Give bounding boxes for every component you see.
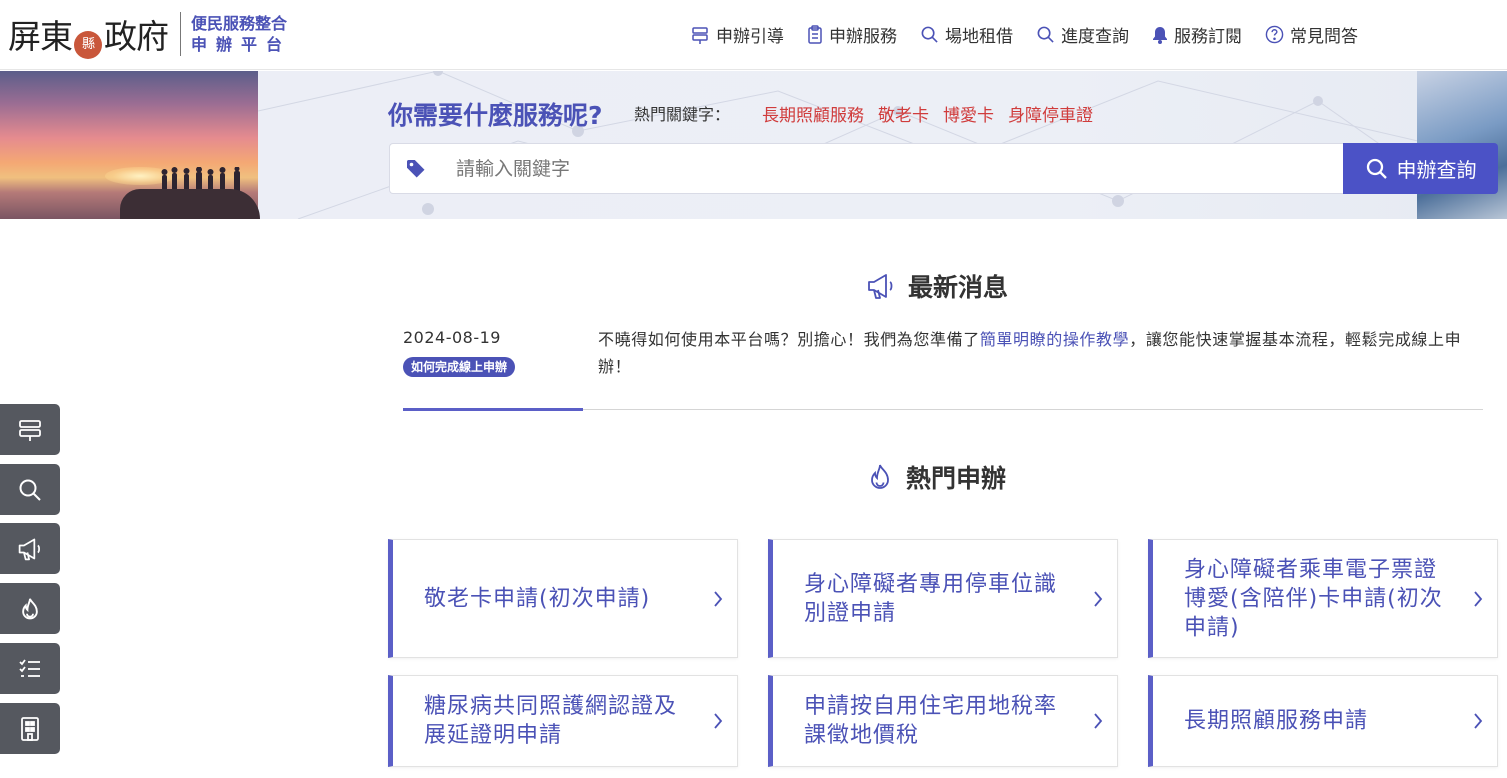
service-card-label: 長期照顧服務申請 bbox=[1184, 708, 1369, 734]
question-icon bbox=[1265, 25, 1284, 44]
megaphone-icon bbox=[868, 274, 893, 299]
service-card-label: 身心障礙者乘車電子票證博愛(含陪伴)卡申請(初次申請) bbox=[1184, 557, 1443, 640]
service-card-disabled-parking[interactable]: 身心障礙者專用停車位識別證申請 bbox=[768, 539, 1118, 658]
nav-subscription[interactable]: 服務訂閱 bbox=[1152, 22, 1242, 47]
chevron-right-icon bbox=[1474, 590, 1483, 607]
banner-sunset-photo bbox=[0, 71, 260, 219]
news-date: 2024-08-19 bbox=[403, 328, 501, 347]
chevron-right-icon bbox=[1474, 713, 1483, 729]
service-card-label: 身心障礙者專用停車位識別證申請 bbox=[804, 571, 1058, 626]
flame-icon bbox=[871, 464, 889, 489]
chevron-right-icon bbox=[1094, 713, 1103, 729]
side-hot-button[interactable] bbox=[0, 583, 60, 634]
chevron-right-icon bbox=[1094, 590, 1103, 607]
nav-faq[interactable]: 常見問答 bbox=[1265, 22, 1358, 47]
side-guide-button[interactable] bbox=[0, 404, 60, 455]
search-button[interactable]: 申辦查詢 bbox=[1343, 143, 1498, 194]
nav-services-label: 申辦服務 bbox=[829, 27, 897, 47]
logo-text: 屏東縣政府 bbox=[8, 10, 169, 59]
chevron-right-icon bbox=[714, 590, 723, 607]
keyword-senior-card[interactable]: 敬老卡 bbox=[878, 101, 929, 126]
side-search-button[interactable] bbox=[0, 464, 60, 515]
nav-guide-label: 申辦引導 bbox=[716, 27, 784, 47]
logo-divider bbox=[180, 12, 181, 56]
news-title-text: 最新消息 bbox=[908, 273, 1009, 302]
hot-keywords-label: 熱門關鍵字： bbox=[634, 105, 731, 124]
news-active-indicator bbox=[403, 408, 583, 411]
logo-seal: 縣 bbox=[74, 30, 102, 59]
banner-cliff bbox=[120, 189, 260, 219]
nav-subscription-label: 服務訂閱 bbox=[1174, 27, 1242, 47]
news-section-title: 最新消息 bbox=[866, 268, 1008, 304]
keyword-long-term-care[interactable]: 長期照顧服務 bbox=[762, 101, 864, 126]
search-icon bbox=[921, 26, 938, 43]
service-card-long-term-care[interactable]: 長期照顧服務申請 bbox=[1148, 675, 1498, 767]
news-text-before: 不曉得如何使用本平台嗎？別擔心！我們為您準備了 bbox=[598, 330, 980, 349]
service-card-senior-card[interactable]: 敬老卡申請(初次申請) bbox=[388, 539, 738, 658]
nav-guide[interactable]: 申辦引導 bbox=[690, 22, 784, 47]
service-card-charity-card[interactable]: 身心障礙者乘車電子票證博愛(含陪伴)卡申請(初次申請) bbox=[1148, 539, 1498, 658]
signpost-icon bbox=[692, 26, 708, 44]
hot-section-title: 熱門申辦 bbox=[866, 459, 1006, 495]
chevron-right-icon bbox=[714, 713, 723, 729]
bell-icon bbox=[1153, 26, 1167, 44]
service-card-label: 申請按自用住宅用地稅率課徵地價稅 bbox=[804, 694, 1058, 748]
megaphone-icon bbox=[18, 538, 40, 560]
search-icon bbox=[1366, 158, 1387, 179]
nav-progress-query-label: 進度查詢 bbox=[1061, 27, 1129, 47]
service-card-diabetes-care[interactable]: 糖尿病共同照護網認證及展延證明申請 bbox=[388, 675, 738, 767]
signpost-icon bbox=[19, 419, 41, 441]
nav-faq-label: 常見問答 bbox=[1290, 27, 1358, 47]
nav-venue-rental-label: 場地租借 bbox=[945, 27, 1013, 47]
news-item-text: 不曉得如何使用本平台嗎？別擔心！我們為您準備了簡單明瞭的操作教學，讓您能快速掌握… bbox=[598, 326, 1478, 380]
service-card-land-tax[interactable]: 申請按自用住宅用地稅率課徵地價稅 bbox=[768, 675, 1118, 767]
top-navigation: 申辦引導 申辦服務 場地租借 進度查詢 服務訂閱 常見問答 bbox=[690, 22, 1381, 47]
tag-icon bbox=[407, 160, 425, 178]
search-icon bbox=[1037, 26, 1054, 43]
site-header: 屏東縣政府 便民服務整合 申辦平台 申辦引導 申辦服務 場地租借 進度查詢 服務… bbox=[0, 0, 1507, 70]
side-news-button[interactable] bbox=[0, 523, 60, 574]
news-tutorial-link[interactable]: 簡單明瞭的操作教學 bbox=[980, 330, 1129, 349]
flame-icon bbox=[22, 597, 38, 619]
hot-keywords-list: 長期照顧服務 敬老卡 博愛卡 身障停車證 bbox=[762, 101, 1107, 126]
search-input[interactable] bbox=[456, 154, 1316, 184]
service-card-label: 敬老卡申請(初次申請) bbox=[424, 586, 651, 611]
clipboard-icon bbox=[808, 24, 822, 44]
keyword-charity-card[interactable]: 博愛卡 bbox=[943, 101, 994, 126]
search-button-label: 申辦查詢 bbox=[1396, 158, 1477, 182]
side-checklist-button[interactable] bbox=[0, 643, 60, 694]
service-card-label: 糖尿病共同照護網認證及展延證明申請 bbox=[424, 694, 678, 748]
nav-progress-query[interactable]: 進度查詢 bbox=[1036, 22, 1129, 47]
banner-question: 你需要什麼服務呢? bbox=[388, 101, 603, 130]
side-building-button[interactable] bbox=[0, 703, 60, 754]
keyword-disabled-parking[interactable]: 身障停車證 bbox=[1008, 101, 1093, 126]
nav-services[interactable]: 申辦服務 bbox=[807, 22, 897, 47]
building-icon bbox=[21, 716, 39, 741]
nav-venue-rental[interactable]: 場地租借 bbox=[920, 22, 1013, 47]
hot-title-text: 熱門申辦 bbox=[906, 464, 1007, 493]
checklist-icon bbox=[19, 658, 40, 677]
logo-subtitle-line2: 申辦平台 bbox=[191, 35, 292, 54]
news-category-badge: 如何完成線上申辦 bbox=[403, 357, 516, 377]
search-field bbox=[389, 143, 1344, 194]
logo-subtitle-line1: 便民服務整合 bbox=[191, 14, 288, 33]
logo-subtitle: 便民服務整合 申辦平台 bbox=[191, 13, 291, 55]
search-icon bbox=[19, 479, 41, 501]
site-logo[interactable]: 屏東縣政府 便民服務整合 申辦平台 bbox=[8, 8, 291, 60]
